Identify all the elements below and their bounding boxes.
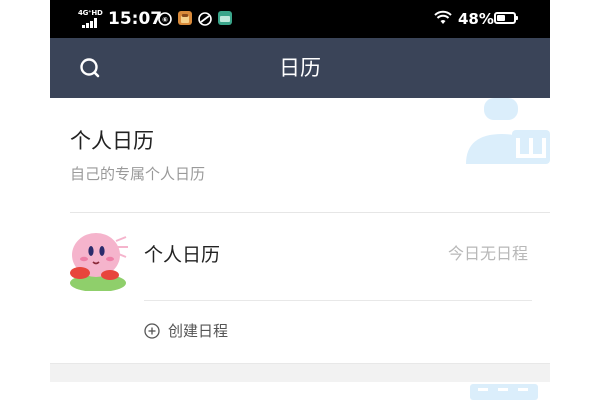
divider	[144, 300, 532, 301]
group-title: 个人日历	[70, 129, 154, 153]
wifi-icon	[434, 10, 452, 26]
notification-app-icon	[218, 11, 232, 25]
kirby-avatar-icon	[66, 227, 130, 292]
battery-icon	[494, 12, 518, 24]
screen: 4G⁺HD 15:07 ⑥ 48% 日历 个人日历 自己的专属个人日历 个人日历…	[0, 0, 600, 400]
status-time: 15:07	[108, 9, 163, 29]
person-calendar-illustration-icon	[462, 98, 550, 168]
create-event-label: 创建日程	[168, 322, 229, 340]
phone-screen: 4G⁺HD 15:07 ⑥ 48% 日历 个人日历 自己的专属个人日历 个人日历…	[50, 0, 550, 400]
svg-text:⑥: ⑥	[162, 16, 168, 24]
nav-bar: 日历	[50, 38, 550, 98]
schedule-status: 今日无日程	[447, 244, 528, 263]
calendar-illustration-icon	[470, 382, 540, 400]
search-icon[interactable]	[78, 56, 104, 82]
page-title: 日历	[279, 56, 321, 80]
status-bar: 4G⁺HD 15:07 ⑥ 48%	[50, 0, 550, 38]
calendar-item-personal[interactable]: 个人日历 今日无日程 创建日程	[50, 213, 550, 363]
create-event-button[interactable]: 创建日程	[144, 318, 228, 344]
calendar-group-header: 个人日历 自己的专属个人日历	[50, 98, 550, 212]
section-divider	[50, 363, 550, 382]
calendar-name: 个人日历	[144, 244, 221, 266]
network-type: 4G⁺HD	[78, 9, 103, 17]
next-calendar-group	[50, 382, 550, 400]
notification-app-icon: ⑥	[158, 11, 172, 26]
notification-app-icon	[198, 11, 212, 26]
signal-icon: 4G⁺HD	[78, 9, 104, 29]
group-subtitle: 自己的专属个人日历	[70, 165, 206, 183]
notification-app-icon	[178, 11, 192, 25]
add-circle-icon	[144, 323, 160, 339]
battery-percent: 48%	[458, 10, 494, 28]
battery-level-fill	[497, 15, 505, 21]
